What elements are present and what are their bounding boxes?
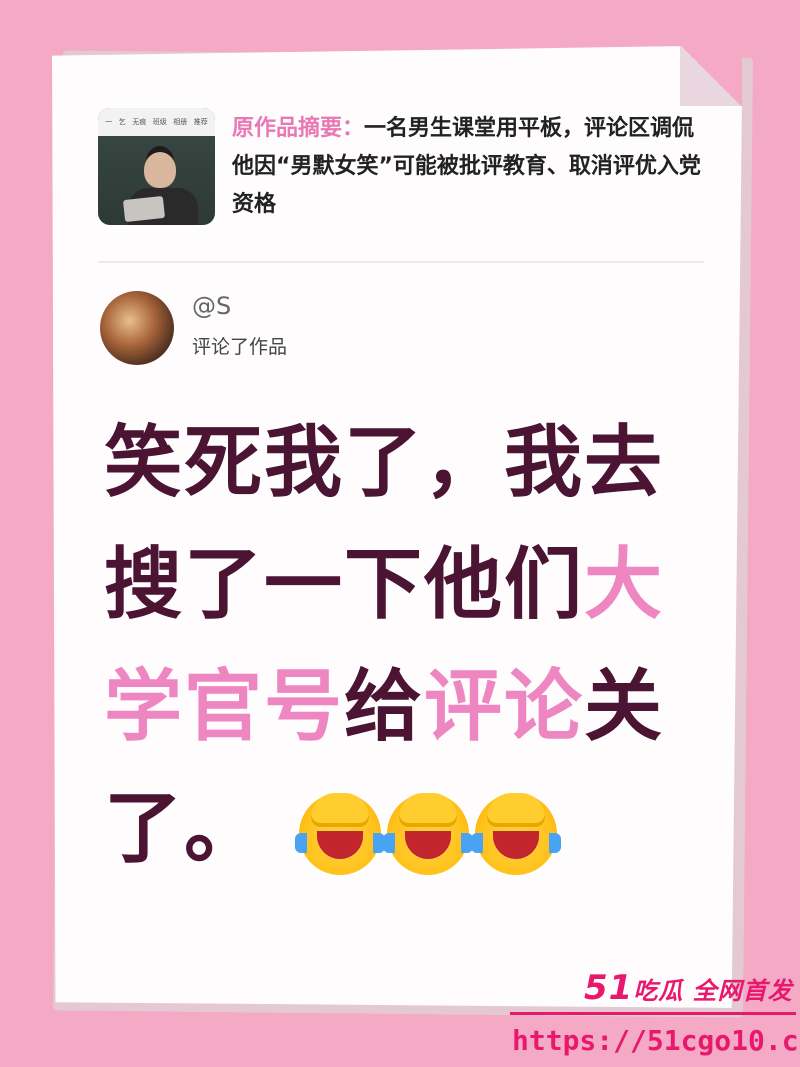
emoji-hand [487,792,546,827]
original-work-summary[interactable]: 一 乞 无痕 班级 相册 推荐 原作品摘要：一名男生课堂用平板，评论区调侃他因“… [98,108,710,228]
watermark-brand-text: 吃瓜 全网首发 [633,977,793,1005]
thumbnail-tab: 相册 [173,118,188,126]
thumbnail-tab: 无痕 [132,118,147,126]
thumbnail-tab: 一 [105,118,113,126]
comment-action-label: 评论了作品 [192,336,288,358]
thumbnail-person-head [144,152,176,188]
comment-highlight: 评论 [424,662,585,752]
thumbnail-tab: 班级 [152,118,167,126]
summary-text-block: 原作品摘要：一名男生课堂用平板，评论区调侃他因“男默女笑”可能被批评教育、取消评… [232,110,702,224]
thumbnail-top-bar: 一 乞 无痕 班级 相册 推荐 [98,108,215,136]
emoji-hand [311,792,370,827]
crying-laughing-emoji-icon [471,792,562,875]
paper-dog-ear [680,46,742,106]
username[interactable]: @S [192,292,231,320]
emoji-hand [399,792,458,827]
watermark-divider [510,1012,796,1015]
comment-text: 笑死我了，我去搜了一下他们大学官号给评论关了。 [104,402,704,890]
thumbnail-tablet [122,195,166,223]
crying-laughing-emoji-icon [383,792,474,875]
thumbnail-tab: 推荐 [193,118,208,126]
video-thumbnail[interactable]: 一 乞 无痕 班级 相册 推荐 [98,108,215,225]
summary-label: 原作品摘要： [232,116,365,141]
watermark-url[interactable]: https://51cgo10.com [512,1024,800,1057]
avatar[interactable] [100,291,174,365]
watermark-brand: 51吃瓜 全网首发 [584,968,793,1008]
comment-part: 笑死我了，我去搜了一下他们 [104,418,665,630]
comment-part: 给 [344,662,425,752]
thumbnail-tab: 乞 [118,118,126,126]
divider [98,261,704,263]
watermark-brand-number: 51 [584,968,634,1008]
crying-laughing-emoji-icon [295,792,386,875]
